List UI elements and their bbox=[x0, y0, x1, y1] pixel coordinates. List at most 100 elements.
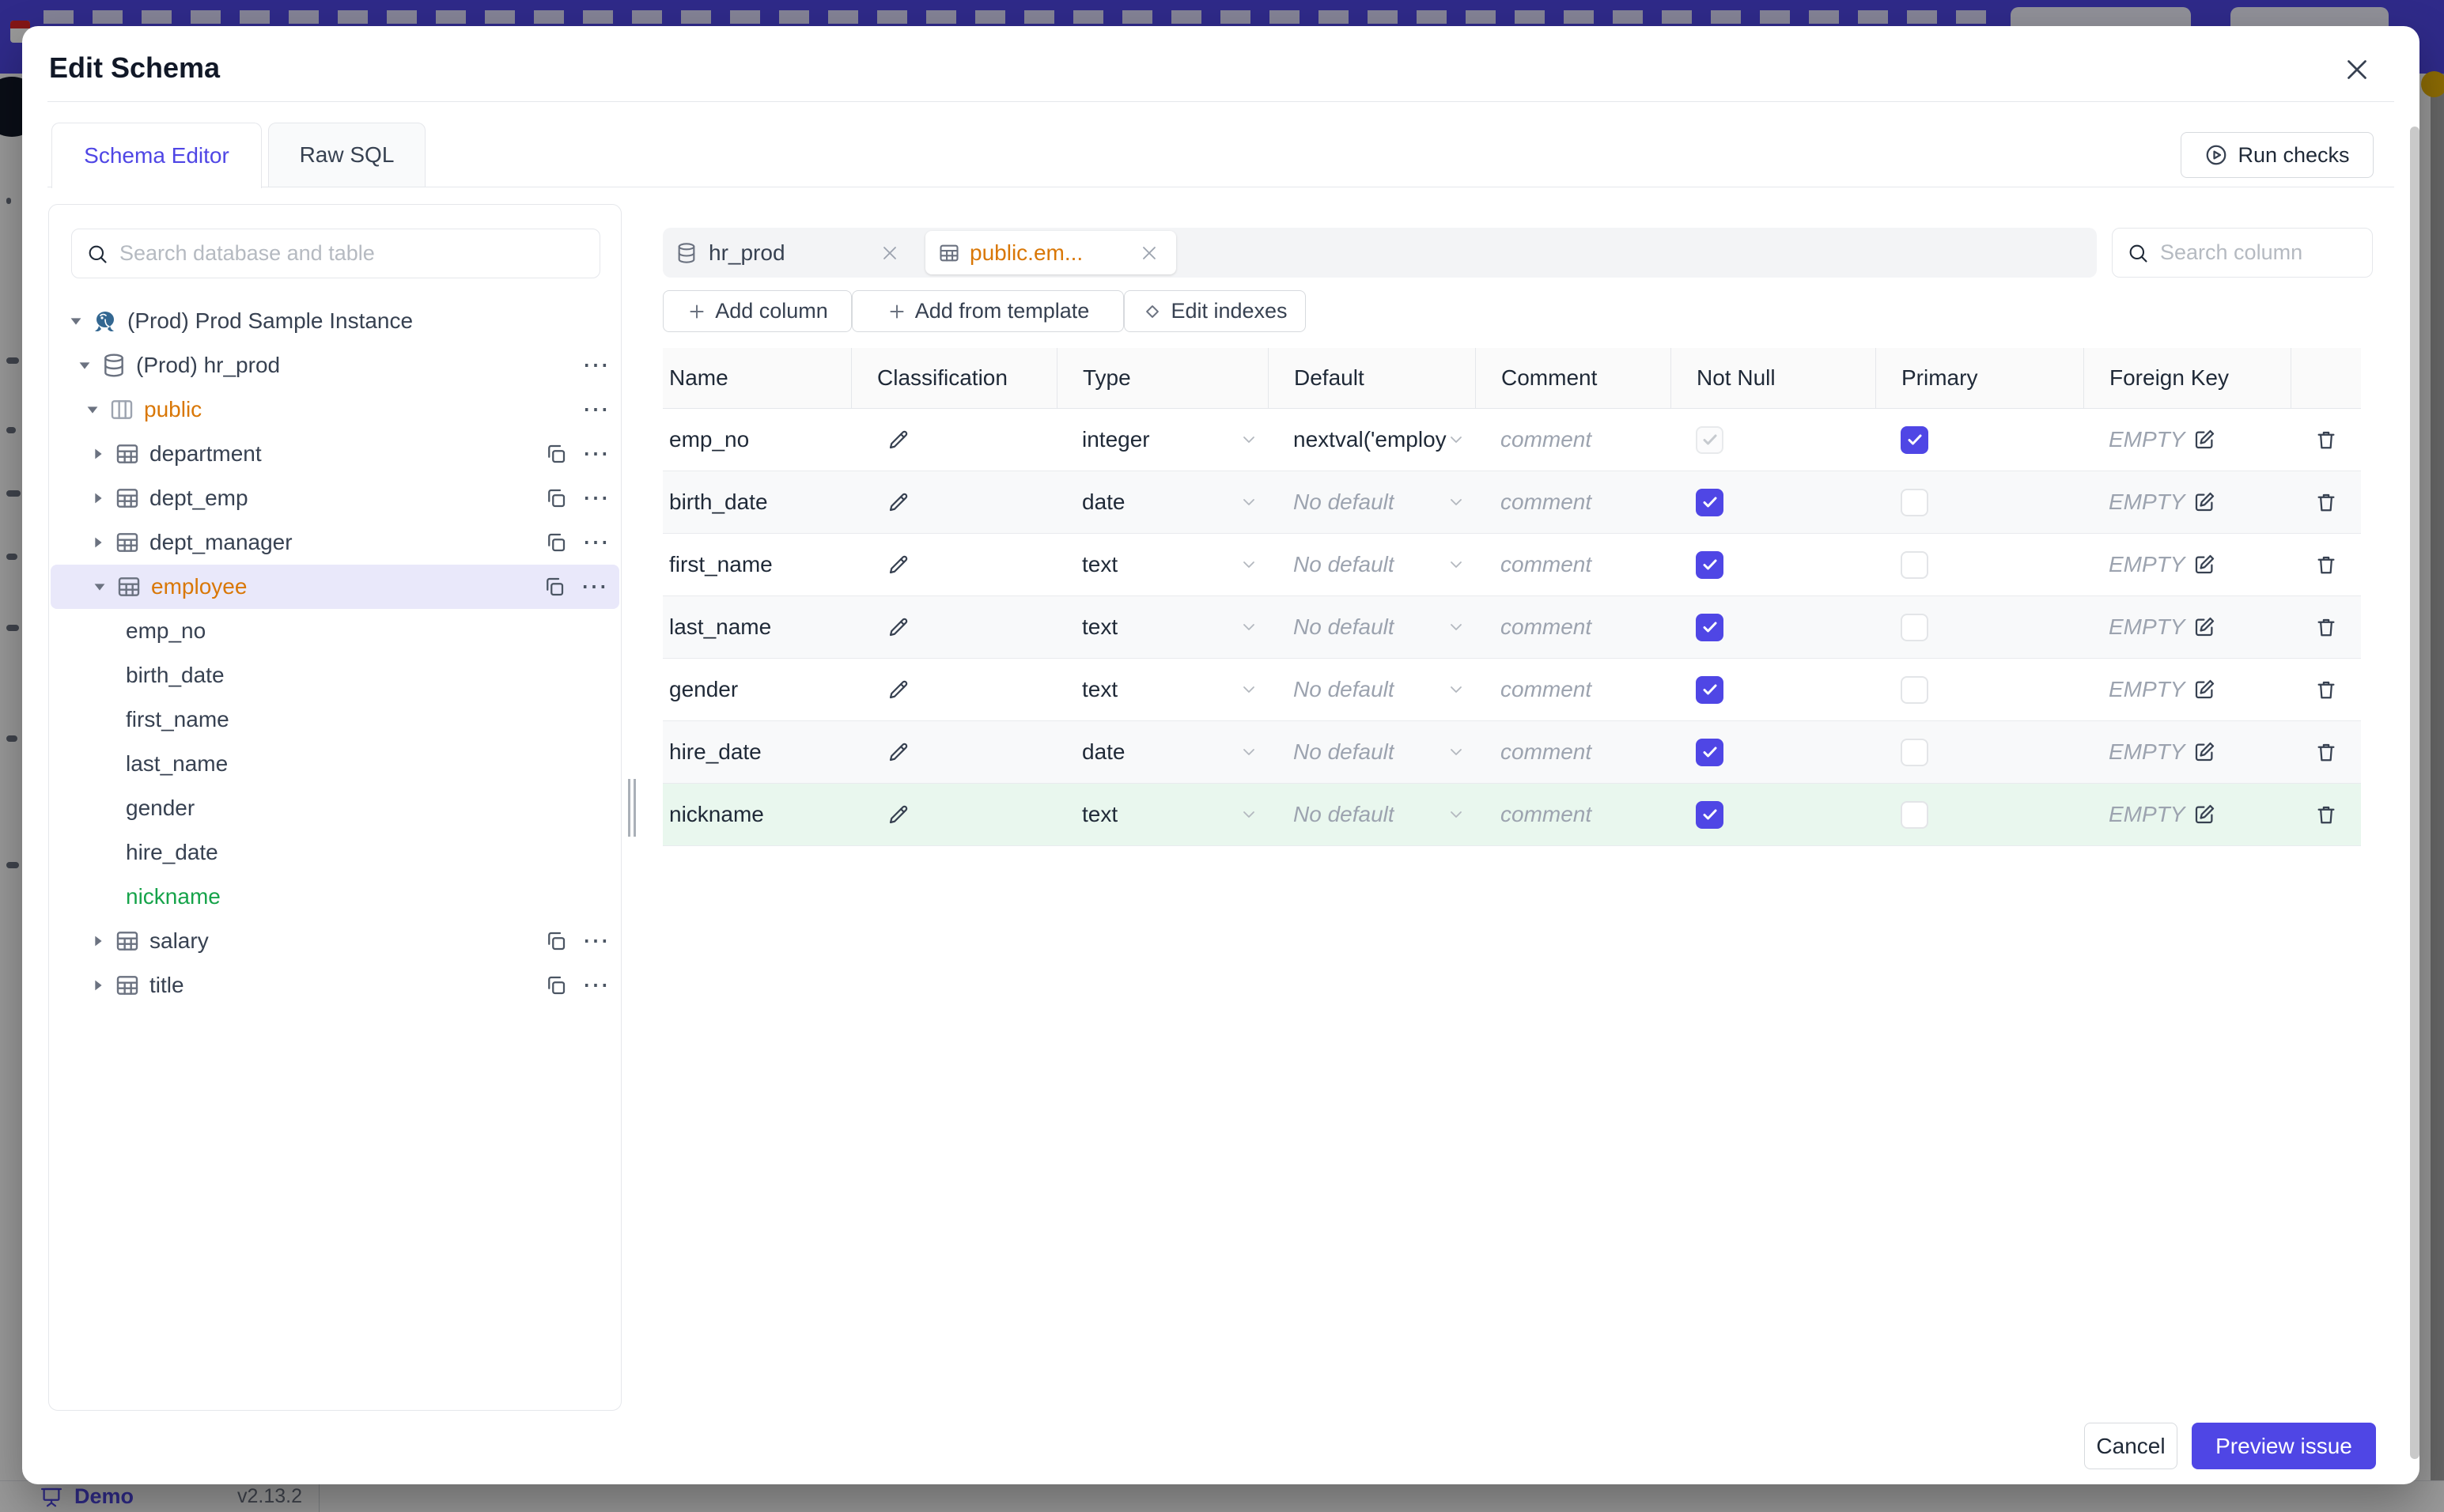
not-null-checkbox[interactable] bbox=[1696, 550, 1723, 579]
copy-icon[interactable] bbox=[544, 531, 568, 554]
caret-down-icon[interactable] bbox=[91, 578, 108, 595]
more-menu-icon[interactable]: ⋯ bbox=[582, 396, 610, 423]
preview-issue-button[interactable]: Preview issue bbox=[2192, 1423, 2376, 1469]
tab-raw-sql[interactable]: Raw SQL bbox=[268, 123, 426, 187]
primary-checkbox[interactable] bbox=[1901, 550, 1928, 579]
trash-icon[interactable] bbox=[2314, 678, 2338, 701]
edit-foreign-key-icon[interactable] bbox=[2192, 490, 2216, 514]
trash-icon[interactable] bbox=[2314, 428, 2338, 452]
column-name-cell[interactable]: nickname bbox=[663, 802, 851, 827]
primary-checkbox[interactable] bbox=[1901, 425, 1928, 454]
default-select[interactable]: nextval('employ bbox=[1268, 427, 1475, 452]
comment-cell[interactable]: comment bbox=[1475, 739, 1670, 765]
comment-cell[interactable]: comment bbox=[1475, 552, 1670, 577]
editor-tab-hr-prod[interactable]: hr_prod bbox=[663, 228, 921, 278]
pencil-icon[interactable] bbox=[887, 428, 910, 452]
caret-down-icon[interactable] bbox=[67, 312, 85, 330]
column-name-cell[interactable]: hire_date bbox=[663, 739, 851, 765]
classification-cell[interactable] bbox=[851, 490, 1057, 514]
type-select[interactable]: integer bbox=[1057, 427, 1268, 452]
classification-cell[interactable] bbox=[851, 428, 1057, 452]
edit-foreign-key-icon[interactable] bbox=[2192, 553, 2216, 576]
primary-checkbox[interactable] bbox=[1901, 800, 1928, 829]
tree-item-table-salary[interactable]: salary ⋯ bbox=[49, 919, 621, 963]
copy-icon[interactable] bbox=[544, 929, 568, 953]
tree-item-column-gender[interactable]: gender bbox=[49, 786, 621, 830]
pencil-icon[interactable] bbox=[887, 553, 910, 576]
column-name-cell[interactable]: birth_date bbox=[663, 490, 851, 515]
more-menu-icon[interactable]: ⋯ bbox=[581, 573, 608, 600]
primary-checkbox[interactable] bbox=[1901, 613, 1928, 641]
column-name-cell[interactable]: gender bbox=[663, 677, 851, 702]
tree-item-column-emp-no[interactable]: emp_no bbox=[49, 609, 621, 653]
trash-icon[interactable] bbox=[2314, 803, 2338, 826]
column-search-field[interactable] bbox=[2112, 228, 2373, 278]
pencil-icon[interactable] bbox=[887, 615, 910, 639]
tree-search-input[interactable] bbox=[72, 229, 600, 278]
tree-item-column-first-name[interactable]: first_name bbox=[49, 697, 621, 742]
add-column-button[interactable]: Add column bbox=[663, 290, 852, 332]
copy-icon[interactable] bbox=[544, 973, 568, 997]
caret-down-icon[interactable] bbox=[84, 401, 101, 418]
type-select[interactable]: date bbox=[1057, 739, 1268, 765]
tree-item-column-hire-date[interactable]: hire_date bbox=[49, 830, 621, 875]
edit-foreign-key-icon[interactable] bbox=[2192, 428, 2216, 452]
comment-cell[interactable]: comment bbox=[1475, 614, 1670, 640]
more-menu-icon[interactable]: ⋯ bbox=[582, 440, 610, 467]
caret-right-icon[interactable] bbox=[89, 445, 107, 463]
edit-foreign-key-icon[interactable] bbox=[2192, 678, 2216, 701]
pencil-icon[interactable] bbox=[887, 490, 910, 514]
comment-cell[interactable]: comment bbox=[1475, 490, 1670, 515]
close-tab-icon[interactable] bbox=[880, 244, 899, 263]
comment-cell[interactable]: comment bbox=[1475, 802, 1670, 827]
type-select[interactable]: text bbox=[1057, 677, 1268, 702]
tree-item-instance[interactable]: (Prod) Prod Sample Instance bbox=[49, 299, 621, 343]
trash-icon[interactable] bbox=[2314, 615, 2338, 639]
default-select[interactable]: No default bbox=[1268, 739, 1475, 765]
caret-right-icon[interactable] bbox=[89, 490, 107, 507]
tree-item-schema-public[interactable]: public ⋯ bbox=[49, 387, 621, 432]
trash-icon[interactable] bbox=[2314, 740, 2338, 764]
primary-checkbox[interactable] bbox=[1901, 488, 1928, 516]
run-checks-button[interactable]: Run checks bbox=[2181, 132, 2374, 178]
not-null-checkbox[interactable] bbox=[1696, 800, 1723, 829]
tree-item-table-department[interactable]: department ⋯ bbox=[49, 432, 621, 476]
not-null-checkbox[interactable] bbox=[1696, 488, 1723, 516]
column-search-input[interactable] bbox=[2113, 229, 2372, 277]
pencil-icon[interactable] bbox=[887, 678, 910, 701]
panel-resize-handle[interactable] bbox=[628, 779, 636, 837]
classification-cell[interactable] bbox=[851, 553, 1057, 576]
tree-item-table-dept-manager[interactable]: dept_manager ⋯ bbox=[49, 520, 621, 565]
column-name-cell[interactable]: first_name bbox=[663, 552, 851, 577]
classification-cell[interactable] bbox=[851, 678, 1057, 701]
edit-foreign-key-icon[interactable] bbox=[2192, 740, 2216, 764]
edit-indexes-button[interactable]: Edit indexes bbox=[1124, 290, 1306, 332]
comment-cell[interactable]: comment bbox=[1475, 677, 1670, 702]
caret-right-icon[interactable] bbox=[89, 534, 107, 551]
column-name-cell[interactable]: emp_no bbox=[663, 427, 851, 452]
tree-item-database[interactable]: (Prod) hr_prod ⋯ bbox=[49, 343, 621, 387]
tree-item-table-title[interactable]: title ⋯ bbox=[49, 963, 621, 1007]
caret-right-icon[interactable] bbox=[89, 932, 107, 950]
type-select[interactable]: date bbox=[1057, 490, 1268, 515]
not-null-checkbox[interactable] bbox=[1696, 425, 1723, 454]
more-menu-icon[interactable]: ⋯ bbox=[582, 352, 610, 379]
more-menu-icon[interactable]: ⋯ bbox=[582, 529, 610, 556]
default-select[interactable]: No default bbox=[1268, 490, 1475, 515]
more-menu-icon[interactable]: ⋯ bbox=[582, 928, 610, 954]
cancel-button[interactable]: Cancel bbox=[2084, 1423, 2177, 1469]
default-select[interactable]: No default bbox=[1268, 677, 1475, 702]
default-select[interactable]: No default bbox=[1268, 802, 1475, 827]
not-null-checkbox[interactable] bbox=[1696, 675, 1723, 704]
caret-down-icon[interactable] bbox=[76, 357, 93, 374]
edit-foreign-key-icon[interactable] bbox=[2192, 615, 2216, 639]
copy-icon[interactable] bbox=[544, 442, 568, 466]
close-icon[interactable] bbox=[2340, 52, 2374, 87]
more-menu-icon[interactable]: ⋯ bbox=[582, 485, 610, 512]
classification-cell[interactable] bbox=[851, 615, 1057, 639]
tab-schema-editor[interactable]: Schema Editor bbox=[51, 123, 262, 188]
copy-icon[interactable] bbox=[544, 486, 568, 510]
editor-tab-public-employee[interactable]: public.em... bbox=[925, 231, 1176, 274]
classification-cell[interactable] bbox=[851, 740, 1057, 764]
primary-checkbox[interactable] bbox=[1901, 675, 1928, 704]
